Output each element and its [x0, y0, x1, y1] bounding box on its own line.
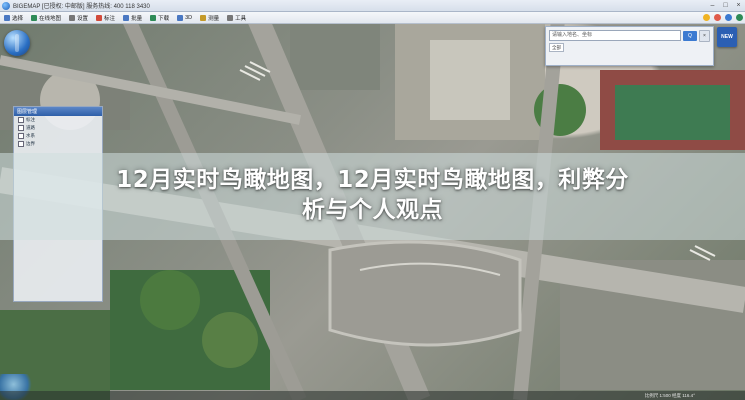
toolbar-item-0[interactable]: 选择 [4, 14, 23, 22]
toolbar-item-2[interactable]: 设置 [69, 14, 88, 22]
user-icon[interactable] [714, 14, 721, 21]
message-icon[interactable] [725, 14, 732, 21]
status-bar: 比例尺 1:500 经度 116.4° [0, 391, 745, 400]
toolbar-item-5[interactable]: 下载 [150, 14, 169, 22]
maximize-icon[interactable]: □ [719, 0, 732, 11]
layer-label: 标注 [26, 117, 35, 122]
tool-icon [227, 14, 234, 21]
layer-label: 道路 [26, 125, 35, 130]
search-scope-select[interactable]: 全部 [549, 43, 564, 52]
status-text: 比例尺 1:500 经度 116.4° [644, 392, 695, 398]
headline-line-2: 析与个人观点 [302, 197, 443, 223]
toolbar-item-7[interactable]: 测量 [200, 14, 219, 22]
toolbar-item-label: 标注 [104, 15, 116, 22]
layer-label: 水系 [26, 133, 35, 138]
toolbar-item-1[interactable]: 在线地图 [31, 14, 61, 22]
select-icon [4, 14, 10, 21]
headline: 12月实时鸟瞰地图，12月实时鸟瞰地图，利弊分 析与个人观点 [0, 165, 745, 225]
toolbar-right-group [701, 14, 745, 21]
coin-icon[interactable] [703, 14, 710, 21]
toolbar-item-6[interactable]: 3D [177, 14, 193, 21]
layer-checkbox[interactable] [18, 141, 24, 147]
layer-label: 边界 [26, 141, 35, 146]
layer-panel-title: 图层管理 [14, 107, 102, 116]
layer-row[interactable]: 标注 [14, 116, 102, 124]
layer-row[interactable]: 边界 [14, 140, 102, 148]
map-icon [31, 14, 38, 21]
batch-icon [123, 14, 130, 21]
gear-icon [69, 14, 76, 21]
marker-icon [96, 14, 103, 21]
search-button[interactable]: Q [683, 30, 697, 41]
toolbar-item-8[interactable]: 工具 [227, 14, 246, 22]
toolbar-item-3[interactable]: 标注 [96, 14, 115, 22]
ruler-icon [200, 14, 207, 21]
download-icon [150, 14, 157, 21]
app-logo-tile[interactable]: NEW [717, 27, 737, 47]
toolbar-item-label: 3D [185, 14, 193, 21]
minimize-icon[interactable]: – [706, 0, 719, 11]
layer-checkbox[interactable] [18, 117, 24, 123]
window-controls: – □ × [706, 0, 745, 11]
close-icon[interactable]: × [732, 0, 745, 11]
search-close-button[interactable]: × [699, 29, 710, 42]
navigation-globe-icon[interactable] [4, 30, 30, 56]
3d-icon [177, 14, 184, 21]
toolbar-item-4[interactable]: 批量 [123, 14, 142, 22]
window-titlebar: BIGEMAP [已授权: 中邮版] 服务热线: 400 118 3430 – … [0, 0, 745, 12]
toolbar-item-label: 选择 [12, 15, 24, 22]
layer-checkbox[interactable] [18, 125, 24, 131]
window-title: BIGEMAP [已授权: 中邮版] 服务热线: 400 118 3430 [13, 4, 150, 10]
layer-checkbox[interactable] [18, 133, 24, 139]
headline-line-1: 12月实时鸟瞰地图，12月实时鸟瞰地图，利弊分 [116, 167, 629, 193]
toolbar-item-label: 设置 [77, 15, 89, 22]
toolbar-item-label: 工具 [235, 15, 247, 22]
toolbar-item-label: 在线地图 [39, 15, 62, 22]
toolbar-item-label: 下载 [158, 15, 170, 22]
main-toolbar: 选择 在线地图 设置 标注 批量 下载 3D 测量 工具 [0, 12, 745, 24]
layer-row[interactable]: 道路 [14, 124, 102, 132]
help-icon[interactable] [736, 14, 743, 21]
layer-row[interactable]: 水系 [14, 132, 102, 140]
toolbar-item-label: 测量 [208, 15, 220, 22]
search-input[interactable]: 请输入地名、坐标 [549, 30, 681, 41]
app-logo-icon [2, 1, 10, 10]
search-panel: 请输入地名、坐标 Q × 全部 [545, 26, 714, 66]
toolbar-item-label: 批量 [131, 15, 143, 22]
